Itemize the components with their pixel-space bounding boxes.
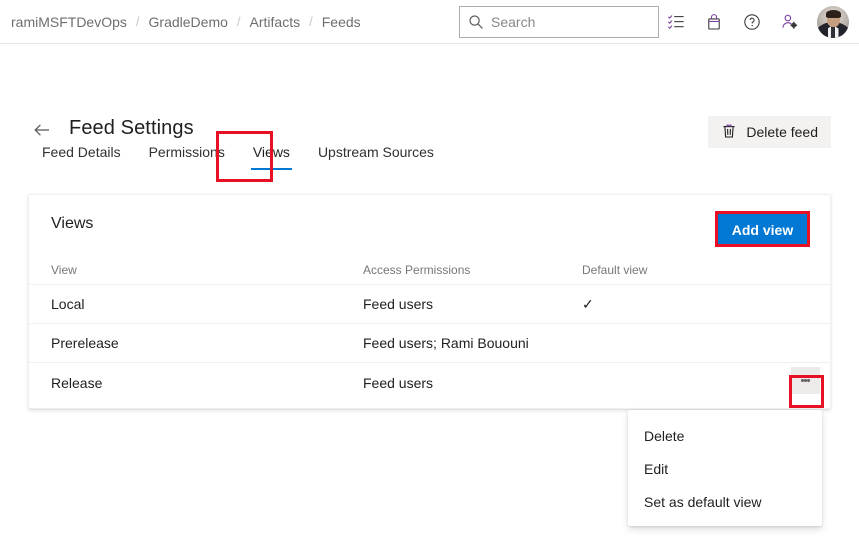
page-title: Feed Settings [69, 117, 194, 139]
marketplace-bag-icon[interactable] [698, 6, 730, 38]
help-question-icon[interactable] [736, 6, 768, 38]
page-header: Feed Settings Delete feed [0, 44, 859, 148]
column-header-access-permissions: Access Permissions [363, 262, 471, 277]
table-row[interactable]: Release Feed users [29, 363, 830, 402]
add-view-button[interactable]: Add view [717, 214, 808, 246]
table-row[interactable]: Local Feed users ✓ [29, 285, 830, 324]
user-settings-icon[interactable] [774, 6, 806, 38]
tab-upstream-sources[interactable]: Upstream Sources [304, 138, 448, 170]
row-default-view-check: ✓ [582, 296, 808, 313]
context-menu-item-delete[interactable]: Delete [628, 419, 822, 452]
delete-feed-button[interactable]: Delete feed [708, 116, 831, 148]
row-access-permissions: Feed users [363, 374, 434, 391]
more-vertical-icon [807, 379, 810, 382]
views-card: Views Add view View Access Permissions D… [28, 194, 831, 409]
breadcrumb-item-feeds[interactable]: Feeds [313, 0, 370, 44]
row-access-permissions: Feed users [363, 296, 434, 312]
delete-feed-label: Delete feed [746, 124, 818, 140]
trash-icon [721, 123, 746, 142]
tab-permissions-label: Permissions [148, 144, 225, 160]
topbar-actions [657, 0, 851, 44]
settings-tab-list: Feed Details Permissions Views Upstream … [28, 138, 448, 182]
row-default-view-check [582, 375, 808, 391]
views-table: View Access Permissions Default view Loc… [29, 255, 830, 402]
tab-feed-details[interactable]: Feed Details [28, 138, 135, 170]
column-header-default-view: Default view [582, 262, 648, 277]
row-default-view-check [582, 335, 808, 351]
checkmark-icon: ✓ [582, 295, 594, 312]
breadcrumb: ramiMSFTDevOps / GradleDemo / Artifacts … [11, 0, 370, 43]
breadcrumb-item-project[interactable]: GradleDemo [140, 0, 237, 44]
avatar-hair [825, 10, 841, 18]
tasks-checklist-icon[interactable] [660, 6, 692, 38]
row-view-name: Prerelease [51, 335, 119, 351]
tab-views-label: Views [252, 144, 290, 160]
tab-views[interactable]: Views [239, 138, 304, 170]
search-box[interactable] [459, 6, 659, 38]
search-icon [468, 14, 484, 30]
views-card-header: Views Add view [29, 195, 830, 255]
breadcrumb-item-organization[interactable]: ramiMSFTDevOps [11, 0, 136, 44]
context-menu-item-edit[interactable]: Edit [628, 452, 822, 485]
column-header-view: View [51, 262, 77, 277]
tab-upstream-sources-label: Upstream Sources [317, 144, 434, 160]
row-view-name: Release [51, 374, 103, 391]
top-navigation-bar: ramiMSFTDevOps / GradleDemo / Artifacts … [0, 0, 859, 44]
back-arrow-icon[interactable] [32, 120, 52, 140]
tab-feed-details-label: Feed Details [42, 144, 121, 160]
row-context-menu: Delete Edit Set as default view [628, 410, 822, 526]
row-more-button[interactable] [791, 367, 820, 394]
tab-permissions[interactable]: Permissions [135, 138, 239, 170]
search-input[interactable] [491, 14, 650, 30]
row-access-permissions: Feed users; Rami Bououni [363, 335, 529, 351]
views-table-header-row: View Access Permissions Default view [29, 255, 830, 285]
breadcrumb-item-artifacts[interactable]: Artifacts [241, 0, 310, 44]
table-row[interactable]: Prerelease Feed users; Rami Bououni [29, 324, 830, 363]
row-view-name: Local [51, 296, 85, 312]
views-card-title: Views [51, 215, 94, 232]
avatar-tie [831, 26, 835, 38]
user-avatar[interactable] [817, 6, 849, 38]
context-menu-item-set-as-default-view[interactable]: Set as default view [628, 485, 822, 518]
